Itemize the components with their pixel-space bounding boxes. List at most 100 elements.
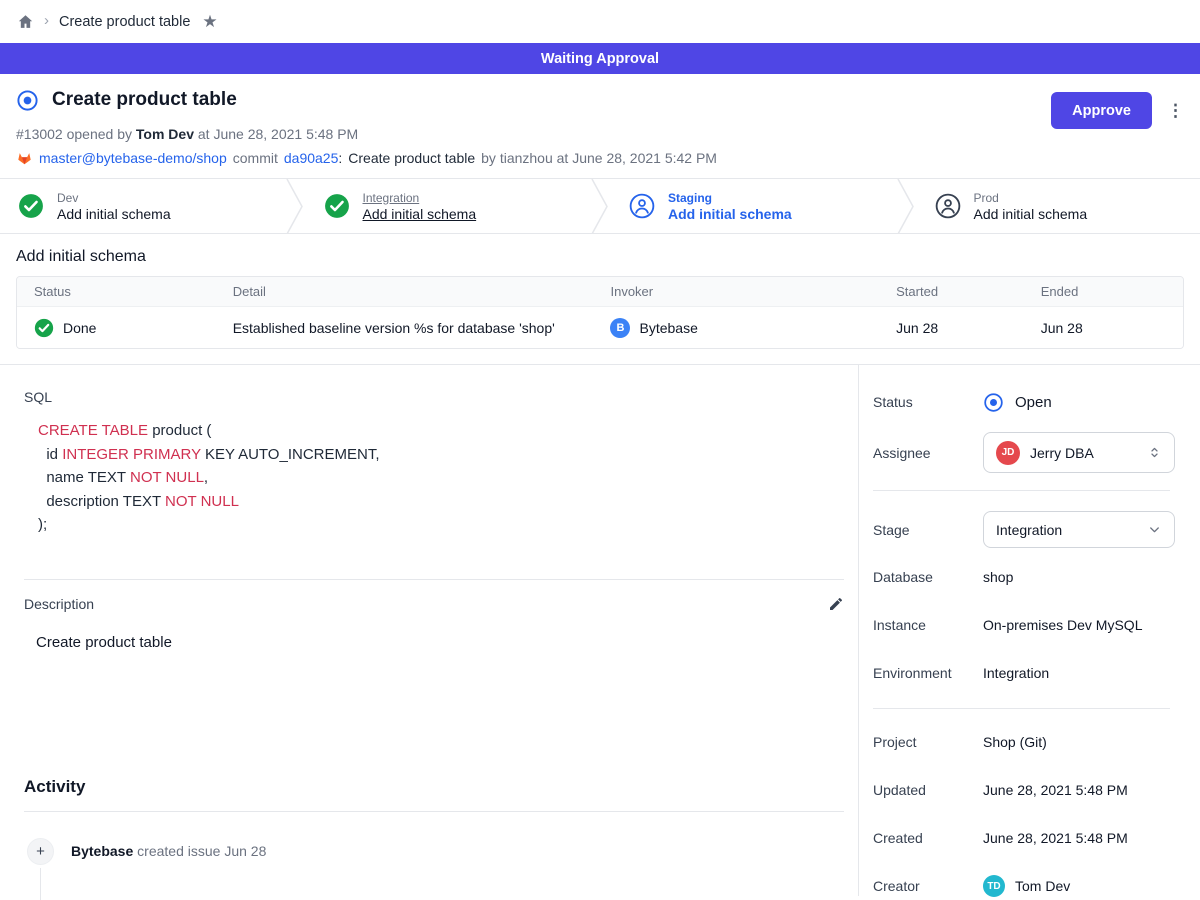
chevron-down-icon bbox=[1147, 522, 1162, 537]
commit-byline: by tianzhou at June 28, 2021 5:42 PM bbox=[481, 150, 717, 166]
approve-button[interactable]: Approve bbox=[1051, 92, 1152, 129]
stage-separator-chevron-icon bbox=[589, 179, 611, 233]
sql-label: SQL bbox=[24, 389, 844, 405]
commit-branch-link[interactable]: master@bytebase-demo/shop bbox=[39, 150, 227, 166]
gitlab-icon bbox=[16, 150, 33, 166]
content-area: SQL CREATE TABLE product ( id INTEGER PR… bbox=[0, 364, 1200, 896]
pipeline-stage-prod[interactable]: ProdAdd initial schema bbox=[917, 179, 1200, 233]
field-label: Updated bbox=[873, 782, 983, 798]
activity-action: created issue Jun 28 bbox=[137, 843, 266, 859]
updown-chevron-icon bbox=[1147, 445, 1162, 460]
issue-header: Create product table Approve ⋮ #13002 op… bbox=[0, 74, 1200, 178]
breadcrumb: › Create product table ★ bbox=[0, 0, 1200, 43]
stage-select[interactable]: Integration bbox=[983, 511, 1175, 548]
sql-line: ); bbox=[38, 513, 844, 537]
sql-line: description TEXT NOT NULL bbox=[38, 490, 844, 514]
field-value: On-premises Dev MySQL bbox=[983, 617, 1142, 633]
activity-title: Activity bbox=[24, 777, 844, 797]
field-label: Project bbox=[873, 734, 983, 750]
commit-hash-link[interactable]: da90a25 bbox=[284, 150, 339, 166]
kebab-menu-icon[interactable]: ⋮ bbox=[1167, 102, 1184, 119]
favorite-star-icon[interactable]: ★ bbox=[202, 12, 217, 32]
issue-title: Create product table bbox=[52, 89, 237, 111]
issue-number-text: #13002 opened by bbox=[16, 126, 132, 142]
field-label: Environment bbox=[873, 665, 983, 681]
pipeline-stage-integration[interactable]: IntegrationAdd initial schema bbox=[306, 179, 590, 233]
pipeline-stage-staging[interactable]: StagingAdd initial schema bbox=[611, 179, 895, 233]
sidebar-field-updated: UpdatedJune 28, 2021 5:48 PM bbox=[873, 777, 1176, 803]
commit-word: commit bbox=[233, 150, 278, 166]
breadcrumb-page-title[interactable]: Create product table bbox=[59, 14, 190, 30]
column-header-invoker: Invoker bbox=[610, 284, 896, 299]
edit-description-icon[interactable] bbox=[828, 596, 844, 612]
sidebar-field-instance: InstanceOn-premises Dev MySQL bbox=[873, 612, 1176, 638]
stage-done-check-icon bbox=[324, 193, 350, 219]
stage-task-label: Add initial schema bbox=[363, 206, 477, 222]
sql-line: CREATE TABLE product ( bbox=[38, 419, 844, 443]
activity-item: + Bytebase created issue Jun 28 bbox=[24, 838, 844, 865]
task-table: StatusDetailInvokerStartedEnded Done Esta… bbox=[16, 276, 1184, 349]
assignee-select[interactable]: JD Jerry DBA bbox=[983, 432, 1175, 473]
field-value: June 28, 2021 5:48 PM bbox=[983, 782, 1128, 798]
activity-actor: Bytebase bbox=[71, 843, 133, 859]
stage-task-label: Add initial schema bbox=[57, 206, 171, 222]
task-ended: Jun 28 bbox=[1041, 320, 1183, 336]
issue-opened-time: at June 28, 2021 5:48 PM bbox=[198, 126, 358, 142]
stage-label: Stage bbox=[873, 522, 983, 538]
task-table-header: StatusDetailInvokerStartedEnded bbox=[17, 277, 1183, 307]
task-done-check-icon bbox=[34, 318, 54, 338]
activity-plus-icon: + bbox=[27, 838, 54, 865]
field-label: Instance bbox=[873, 617, 983, 633]
approval-banner: Waiting Approval bbox=[0, 43, 1200, 74]
stage-env-label: Prod bbox=[974, 191, 1088, 205]
task-row[interactable]: Done Established baseline version %s for … bbox=[17, 307, 1183, 348]
field-label: Created bbox=[873, 830, 983, 846]
assignee-avatar: JD bbox=[996, 441, 1020, 465]
home-icon[interactable] bbox=[17, 13, 34, 30]
stage-env-label: Dev bbox=[57, 191, 171, 205]
creator-avatar: TD bbox=[983, 875, 1005, 897]
issue-meta: #13002 opened by Tom Dev at June 28, 202… bbox=[16, 126, 1184, 142]
description-label: Description bbox=[24, 596, 94, 612]
approval-banner-text: Waiting Approval bbox=[541, 51, 659, 67]
stage-task-label: Add initial schema bbox=[974, 206, 1088, 222]
issue-author: Tom Dev bbox=[136, 126, 194, 142]
task-section-title: Add initial schema bbox=[16, 248, 1184, 266]
sidebar: Status Open Assignee JD Jerry DBA Stage bbox=[858, 365, 1200, 896]
column-header-status: Status bbox=[17, 284, 233, 299]
task-started: Jun 28 bbox=[896, 320, 1041, 336]
stage-separator-chevron-icon bbox=[284, 179, 306, 233]
commit-line: master@bytebase-demo/shop commit da90a25… bbox=[16, 150, 1184, 178]
stage-env-label: Staging bbox=[668, 191, 792, 205]
divider bbox=[873, 490, 1170, 491]
pipeline-stage-dev[interactable]: DevAdd initial schema bbox=[0, 179, 284, 233]
field-value: June 28, 2021 5:48 PM bbox=[983, 830, 1128, 846]
sidebar-field-database: Databaseshop bbox=[873, 564, 1176, 590]
task-detail: Established baseline version %s for data… bbox=[233, 320, 611, 336]
stage-done-check-icon bbox=[18, 193, 44, 219]
task-status: Done bbox=[63, 320, 96, 336]
assignee-label: Assignee bbox=[873, 445, 983, 461]
issue-open-status-icon bbox=[16, 89, 39, 112]
sql-line: name TEXT NOT NULL, bbox=[38, 466, 844, 490]
sql-line: id INTEGER PRIMARY KEY AUTO_INCREMENT, bbox=[38, 443, 844, 467]
task-section: Add initial schema StatusDetailInvokerSt… bbox=[0, 234, 1200, 364]
divider bbox=[24, 579, 844, 580]
timeline-connector bbox=[40, 868, 41, 900]
field-label: Database bbox=[873, 569, 983, 585]
stage-user-icon bbox=[935, 193, 961, 219]
sidebar-field-project: ProjectShop (Git) bbox=[873, 729, 1176, 755]
field-value: Integration bbox=[983, 665, 1049, 681]
main-column: SQL CREATE TABLE product ( id INTEGER PR… bbox=[0, 365, 858, 896]
commit-message: Create product table bbox=[348, 150, 475, 166]
stage-user-icon bbox=[629, 193, 655, 219]
assignee-value: Jerry DBA bbox=[1030, 445, 1137, 461]
stage-task-label: Add initial schema bbox=[668, 206, 792, 222]
column-header-started: Started bbox=[896, 284, 1041, 299]
field-value: Shop (Git) bbox=[983, 734, 1047, 750]
divider bbox=[24, 811, 844, 812]
creator-label: Creator bbox=[873, 878, 983, 894]
status-label: Status bbox=[873, 394, 983, 410]
divider bbox=[873, 708, 1170, 709]
invoker-name: Bytebase bbox=[639, 320, 697, 336]
